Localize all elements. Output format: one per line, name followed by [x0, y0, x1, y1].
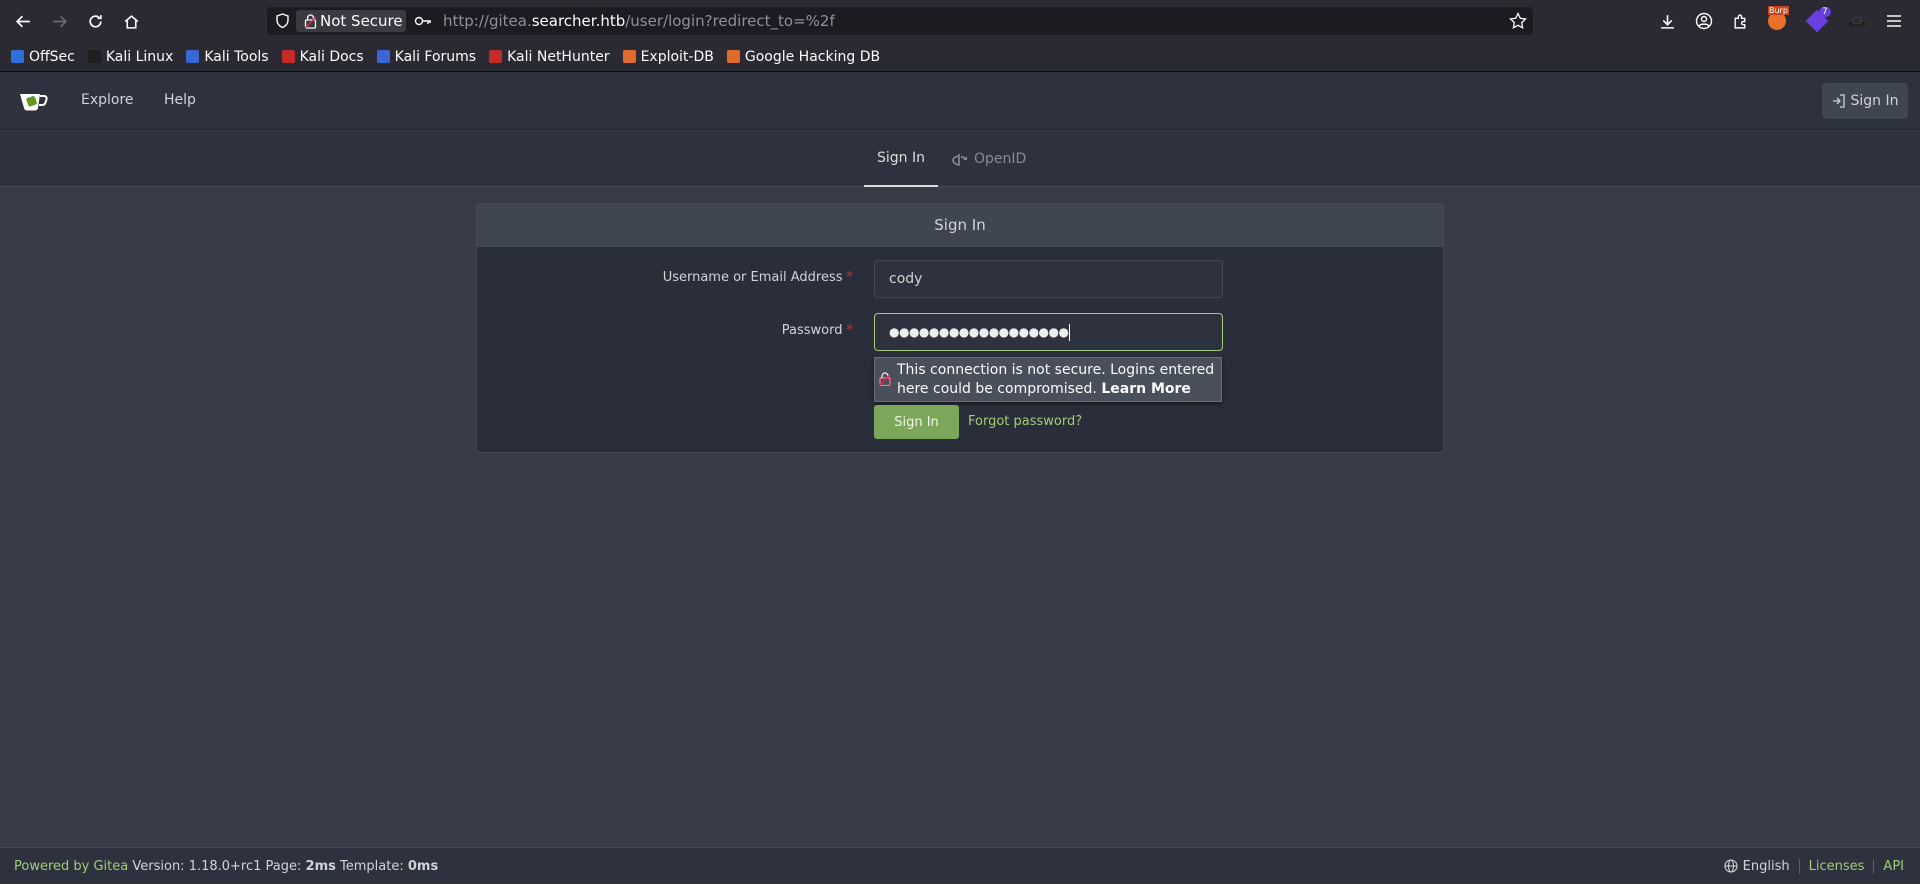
username-input[interactable]: cody [874, 260, 1223, 298]
password-input[interactable]: ●●●●●●●●●●●●●●●●●● [874, 313, 1223, 351]
downloads-button[interactable] [1655, 9, 1679, 33]
username-label: Username or Email Address * [662, 270, 853, 285]
gitea-logo-icon[interactable] [18, 88, 50, 112]
account-button[interactable] [1692, 9, 1716, 33]
globe-icon [1724, 859, 1738, 873]
url-text[interactable]: http://gitea.searcher.htb/user/login?red… [443, 12, 835, 30]
bookmark-kali-linux[interactable]: Kali Linux [87, 49, 173, 65]
browser-toolbar: Not Secure http://gitea.searcher.htb/use… [0, 0, 1920, 42]
bookmark-kali-forums[interactable]: Kali Forums [376, 49, 476, 65]
bookmarks-bar: OffSec Kali Linux Kali Tools Kali Docs K… [0, 42, 1920, 72]
arrow-right-icon [52, 15, 67, 27]
offsec-icon [11, 50, 24, 63]
hamburger-menu-icon [1887, 15, 1901, 27]
licenses-link[interactable]: Licenses [1809, 859, 1865, 874]
footer-links: English Licenses API [1724, 858, 1904, 874]
arrow-left-icon [15, 15, 30, 27]
text-caret [1069, 323, 1071, 341]
forward-button[interactable] [47, 9, 71, 33]
bookmark-google-hacking-db[interactable]: Google Hacking DB [726, 49, 880, 65]
sign-in-icon [1832, 94, 1845, 108]
home-icon [124, 14, 138, 29]
shield-icon [276, 13, 289, 29]
ghdb-icon [726, 50, 740, 63]
kali-forums-icon [376, 50, 390, 63]
header-signin-button[interactable]: Sign In [1822, 83, 1908, 119]
hat-extension-button[interactable] [1845, 9, 1869, 33]
bookmark-star-icon[interactable] [1509, 12, 1527, 30]
language-selector[interactable]: English [1724, 859, 1790, 874]
tab-openid[interactable]: OpenID [952, 131, 1026, 187]
key-icon [414, 16, 431, 26]
burp-extension-button[interactable]: Burp [1765, 6, 1789, 33]
nethunter-icon [489, 50, 503, 63]
exploit-db-icon [622, 50, 636, 63]
signin-submit-button[interactable]: Sign In [874, 405, 959, 439]
insecure-login-warning: This connection is not secure. Logins en… [874, 357, 1222, 402]
bookmark-kali-nethunter[interactable]: Kali NetHunter [489, 49, 610, 65]
not-secure-badge[interactable]: Not Secure [296, 10, 406, 32]
login-card-title: Sign In [477, 204, 1443, 247]
footer-info: Powered by Gitea Version: 1.18.0+rc1 Pag… [14, 858, 439, 874]
tab-signin[interactable]: Sign In [864, 131, 938, 187]
menu-button[interactable] [1882, 9, 1906, 33]
not-secure-label: Not Secure [320, 12, 403, 30]
login-form-card: Sign In Username or Email Address * cody … [476, 203, 1444, 453]
download-icon [1660, 14, 1674, 29]
reload-icon [88, 14, 102, 28]
auth-tab-bar: Sign In OpenID [0, 131, 1920, 187]
password-label: Password * [781, 323, 853, 338]
learn-more-link[interactable]: Learn More [1101, 381, 1191, 397]
nav-explore[interactable]: Explore [81, 92, 134, 108]
bookmark-offsec[interactable]: OffSec [11, 49, 75, 65]
nav-help[interactable]: Help [164, 92, 196, 108]
footer-divider [1873, 858, 1875, 874]
hat-icon [1849, 17, 1865, 27]
openid-icon [952, 154, 967, 166]
powered-by-link[interactable]: Powered by Gitea [14, 859, 128, 874]
insecure-lock-icon [879, 372, 891, 386]
gitea-navbar: Explore Help Sign In [0, 72, 1920, 130]
bookmark-kali-tools[interactable]: Kali Tools [186, 49, 269, 65]
url-bar[interactable]: Not Secure http://gitea.searcher.htb/use… [267, 7, 1533, 35]
puzzle-icon [1733, 14, 1745, 29]
kali-docs-icon [281, 50, 295, 63]
api-link[interactable]: API [1883, 859, 1904, 874]
kali-tools-icon [186, 50, 200, 63]
bookmark-exploit-db[interactable]: Exploit-DB [622, 49, 714, 65]
footer: Powered by Gitea Version: 1.18.0+rc1 Pag… [0, 847, 1920, 884]
kali-dragon-icon [87, 50, 101, 63]
password-mask: ●●●●●●●●●●●●●●●●●● [889, 325, 1069, 339]
account-icon [1695, 12, 1713, 30]
burp-icon: Burp [1768, 6, 1789, 30]
footer-divider [1798, 858, 1800, 874]
insecure-lock-icon [304, 13, 317, 29]
extensions-button[interactable] [1728, 9, 1752, 33]
reload-button[interactable] [83, 9, 107, 33]
home-button[interactable] [119, 9, 143, 33]
back-button[interactable] [11, 9, 35, 33]
bookmark-kali-docs[interactable]: Kali Docs [281, 49, 364, 65]
forgot-password-link[interactable]: Forgot password? [968, 414, 1082, 429]
extension-badge-button[interactable]: 7 [1805, 7, 1831, 33]
